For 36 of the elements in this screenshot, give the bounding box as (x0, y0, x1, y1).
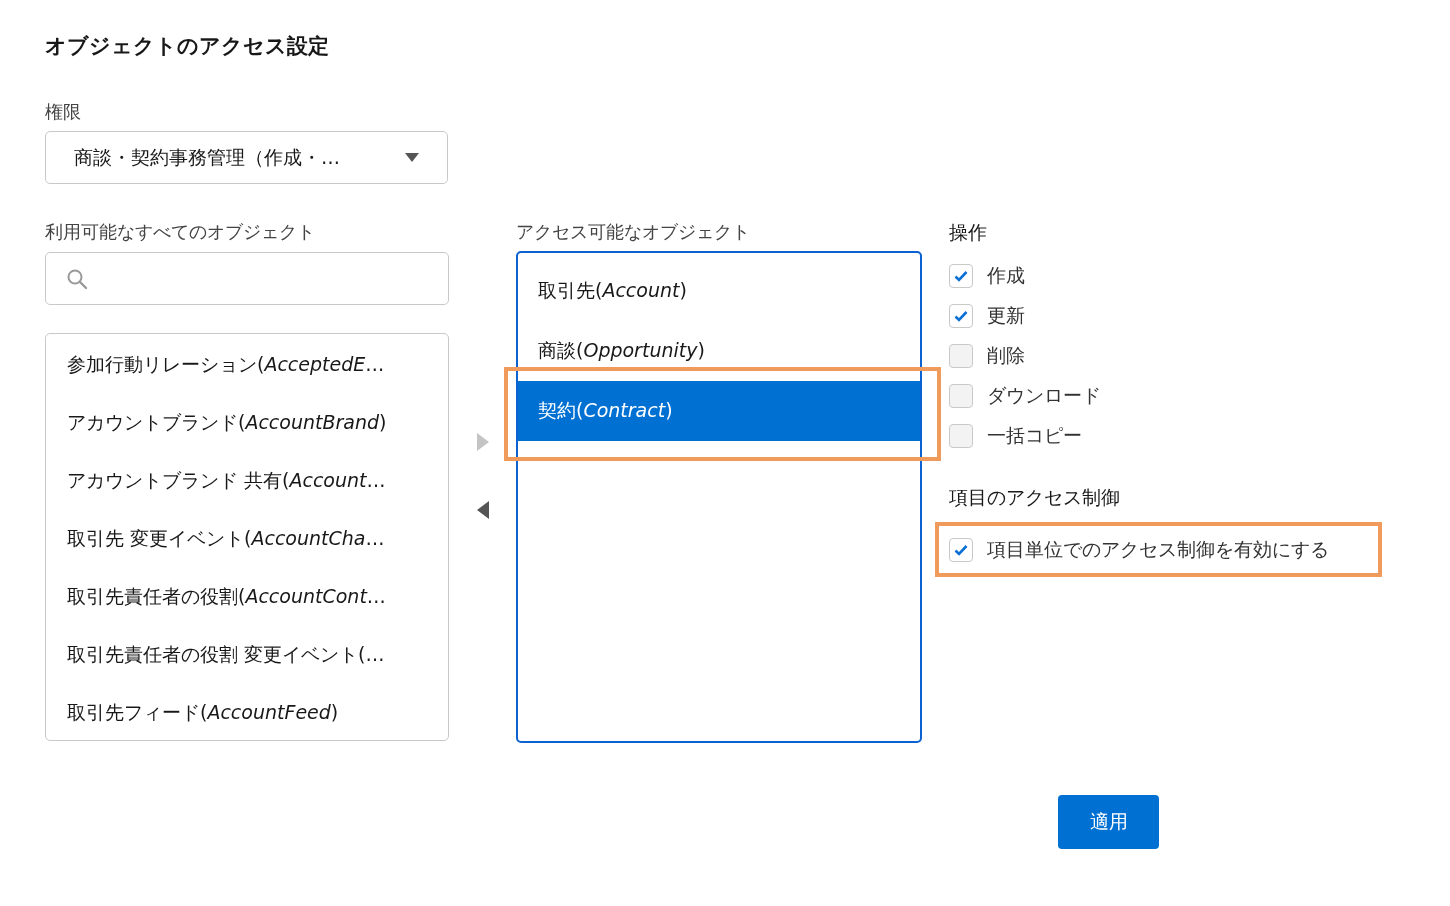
operations-heading: 操作 (949, 220, 988, 244)
list-item[interactable]: 商談(Opportunity) (518, 321, 920, 381)
field-access-heading: 項目のアクセス制御 (949, 485, 1121, 509)
list-item[interactable]: 参加行動リレーション(AcceptedE… (67, 344, 448, 402)
checkbox-label: 削除 (987, 343, 1025, 368)
available-objects-label: 利用可能なすべてのオブジェクト (45, 220, 316, 244)
page-title: オブジェクトのアクセス設定 (45, 33, 330, 60)
search-icon (66, 267, 88, 290)
list-item[interactable]: 取引先責任者の役割 変更イベント(… (67, 634, 448, 692)
checkbox[interactable] (949, 263, 973, 288)
caret-icon (405, 153, 419, 162)
list-item[interactable]: アカウントブランド(AccountBrand) (67, 402, 448, 460)
checkmark-icon (954, 309, 968, 322)
accessible-objects-label: アクセス可能なオブジェクト (516, 220, 751, 244)
permission-dropdown[interactable]: 商談・契約事務管理（作成・… (45, 131, 448, 184)
list-item[interactable]: 取引先フィード(AccountFeed) (67, 692, 448, 740)
checkbox[interactable] (949, 303, 973, 328)
list-item[interactable]: アカウントブランド 共有(Account… (67, 460, 448, 518)
checkbox[interactable] (949, 343, 973, 368)
list-item[interactable]: 取引先(Account) (518, 261, 920, 321)
checkbox[interactable] (949, 383, 973, 408)
list-item[interactable]: 取引先責任者の役割(AccountCont… (67, 576, 448, 634)
checkbox-label: 一括コピー (987, 423, 1082, 448)
checkbox-label: ダウンロード (987, 383, 1101, 408)
checkmark-icon (954, 269, 968, 282)
checkbox[interactable] (949, 537, 973, 562)
search-field[interactable] (45, 252, 449, 305)
checkbox-label: 更新 (987, 303, 1025, 328)
list-item[interactable]: 取引先 変更イベント(AccountCha… (67, 518, 448, 576)
checkbox[interactable] (949, 423, 973, 448)
apply-button[interactable]: 適用 (1058, 795, 1159, 849)
checkmark-icon (954, 543, 968, 556)
checkbox-label: 作成 (987, 263, 1025, 288)
permission-label: 権限 (45, 100, 82, 124)
list-item[interactable]: 契約(Contract) (518, 381, 920, 441)
checkbox-label: 項目単位でのアクセス制御を有効にする (987, 537, 1329, 562)
